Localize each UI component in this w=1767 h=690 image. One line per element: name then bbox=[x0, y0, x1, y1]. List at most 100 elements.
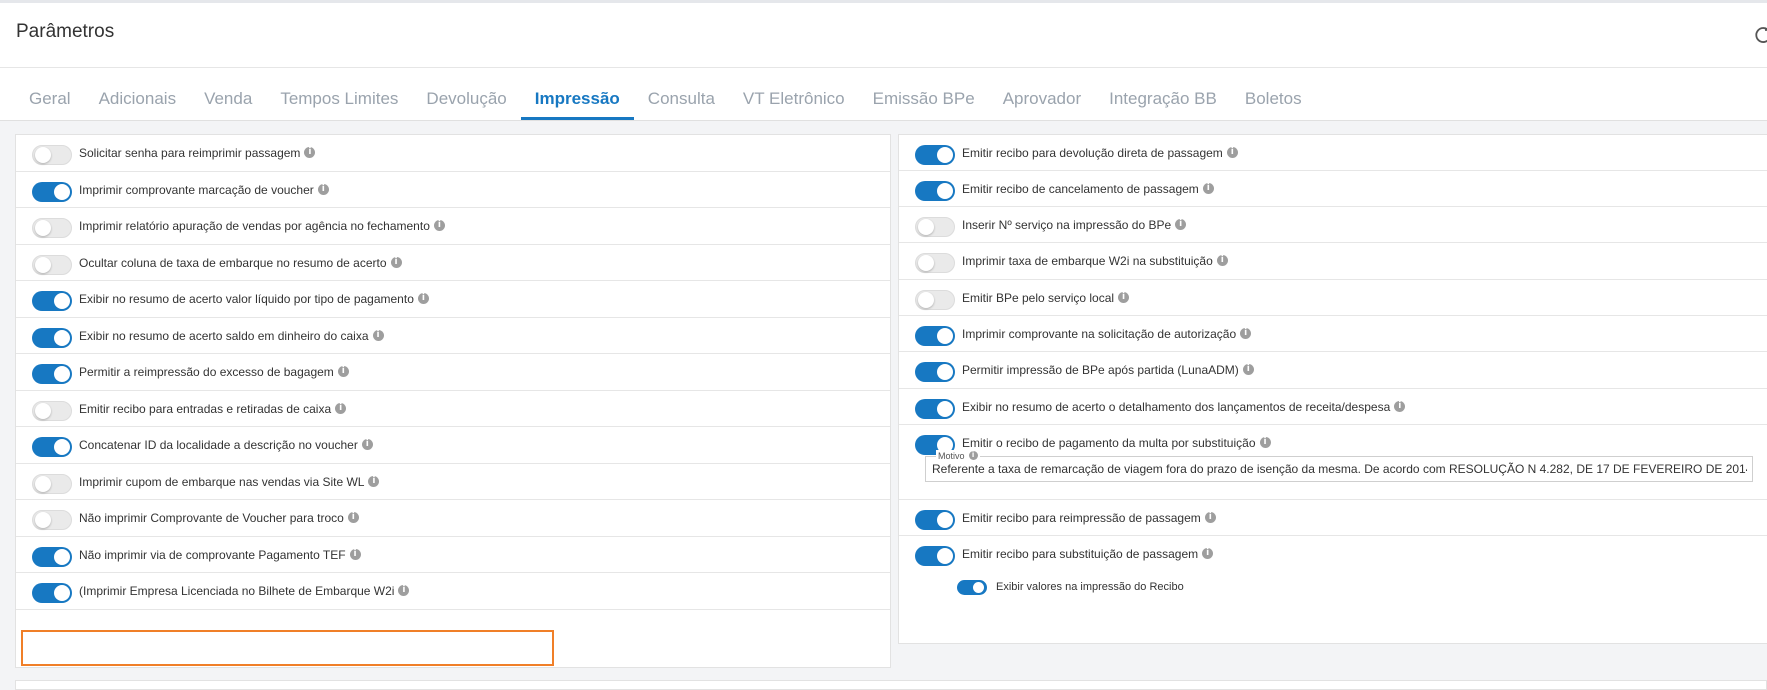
info-icon[interactable]: i bbox=[1216, 255, 1228, 267]
toggle-knob bbox=[35, 402, 51, 419]
info-icon[interactable]: i bbox=[368, 475, 380, 487]
left-setting-row: Permitir a reimpressão do excesso de bag… bbox=[16, 354, 890, 391]
info-icon[interactable]: i bbox=[1204, 512, 1216, 524]
info-icon[interactable]: i bbox=[349, 548, 361, 560]
setting-toggle[interactable] bbox=[32, 145, 72, 165]
tab-impress-o[interactable]: Impressão bbox=[520, 68, 634, 120]
setting-label-wrap: Não imprimir Comprovante de Voucher para… bbox=[79, 511, 359, 525]
info-icon[interactable]: i bbox=[1242, 364, 1254, 376]
setting-label: (Imprimir Empresa Licenciada no Bilhete … bbox=[79, 584, 395, 598]
tab-bar: Geral Adicionais Venda Tempos Limites Devolu… bbox=[0, 67, 1767, 121]
setting-label: Imprimir relatório apuração de vendas po… bbox=[79, 219, 430, 233]
setting-toggle[interactable] bbox=[915, 217, 955, 237]
setting-label: Não imprimir Comprovante de Voucher para… bbox=[79, 511, 344, 525]
setting-toggle[interactable] bbox=[915, 510, 955, 530]
info-icon[interactable]: i bbox=[347, 512, 359, 524]
motivo-label-wrap: Motivo i bbox=[936, 450, 980, 462]
right-setting-row: Emitir recibo para substituição de passa… bbox=[899, 536, 1767, 595]
right-setting-row: Emitir recibo para devolução direta de p… bbox=[899, 135, 1767, 171]
setting-label: Solicitar senha para reimprimir passagem bbox=[79, 146, 301, 160]
setting-toggle[interactable] bbox=[32, 510, 72, 530]
setting-label: Emitir recibo de cancelamento de passage… bbox=[962, 182, 1199, 196]
info-icon[interactable]: i bbox=[390, 256, 402, 268]
setting-toggle[interactable] bbox=[915, 181, 955, 201]
setting-toggle[interactable] bbox=[32, 546, 72, 567]
setting-toggle[interactable] bbox=[32, 327, 72, 348]
info-icon[interactable]: i bbox=[317, 183, 329, 195]
info-icon[interactable]: i bbox=[1394, 401, 1406, 413]
setting-toggle[interactable] bbox=[915, 145, 955, 165]
setting-toggle[interactable] bbox=[915, 326, 955, 346]
info-icon[interactable]: i bbox=[1226, 147, 1238, 159]
toggle-knob bbox=[937, 548, 953, 564]
info-icon[interactable]: i bbox=[304, 147, 316, 159]
right-setting-row: Exibir no resumo de acerto o detalhament… bbox=[899, 389, 1767, 425]
tab-adicionais[interactable]: Adicionais bbox=[85, 68, 191, 120]
info-icon[interactable]: i bbox=[361, 439, 373, 451]
bottom-panel-edge bbox=[15, 680, 1767, 690]
left-setting-row: Concatenar ID da localidade a descrição … bbox=[16, 427, 890, 464]
sub-option-toggle[interactable] bbox=[957, 580, 987, 595]
setting-label: Emitir recibo para entradas e retiradas … bbox=[79, 401, 332, 416]
setting-toggle[interactable] bbox=[32, 254, 72, 275]
setting-toggle[interactable] bbox=[32, 218, 72, 238]
toggle-knob bbox=[54, 183, 70, 200]
setting-toggle[interactable] bbox=[32, 364, 72, 384]
tab-tempos-limites[interactable]: Tempos Limites bbox=[266, 68, 412, 120]
tab-aprovador[interactable]: Aprovador bbox=[989, 68, 1095, 120]
toggle-knob bbox=[54, 548, 70, 565]
setting-label-wrap: Emitir recibo para reimpressão de passag… bbox=[962, 511, 1216, 525]
tab-consulta[interactable]: Consulta bbox=[634, 68, 729, 120]
info-icon[interactable]: i bbox=[1175, 219, 1187, 231]
info-icon[interactable]: i bbox=[335, 402, 347, 414]
setting-toggle[interactable] bbox=[32, 473, 72, 494]
left-settings-panel: Solicitar senha para reimprimir passagem… bbox=[15, 134, 891, 668]
setting-toggle[interactable] bbox=[32, 437, 72, 457]
setting-label: Concatenar ID da localidade a descrição … bbox=[79, 438, 358, 452]
left-setting-row: Solicitar senha para reimprimir passagem… bbox=[16, 135, 890, 172]
toggle-knob bbox=[918, 255, 934, 271]
setting-toggle[interactable] bbox=[915, 253, 955, 273]
info-icon[interactable]: i bbox=[337, 366, 349, 378]
sub-option-label: Exibir valores na impressão do Recibo bbox=[996, 581, 1184, 593]
info-icon[interactable]: i bbox=[1259, 437, 1271, 449]
setting-toggle[interactable] bbox=[32, 291, 72, 311]
tab-vt-eletr-nico[interactable]: VT Eletrônico bbox=[729, 68, 859, 120]
setting-label: Emitir recibo para devolução direta de p… bbox=[962, 146, 1223, 160]
tab-boletos[interactable]: Boletos bbox=[1231, 68, 1316, 120]
setting-toggle[interactable] bbox=[915, 546, 955, 566]
motivo-field[interactable]: Motivo i Referente a taxa de remarcação de… bbox=[925, 450, 1753, 482]
info-icon[interactable]: i bbox=[968, 451, 978, 461]
info-icon[interactable]: i bbox=[417, 293, 429, 305]
refresh-icon[interactable] bbox=[1754, 25, 1767, 45]
tab-devolu-o[interactable]: Devolução bbox=[412, 68, 520, 120]
toggle-knob bbox=[35, 256, 51, 273]
info-icon[interactable]: i bbox=[1202, 548, 1214, 560]
tab-venda[interactable]: Venda bbox=[190, 68, 266, 120]
setting-label: Imprimir cupom de embarque nas vendas vi… bbox=[79, 474, 365, 489]
setting-toggle[interactable] bbox=[915, 362, 955, 382]
toggle-knob bbox=[918, 219, 934, 235]
setting-toggle[interactable] bbox=[32, 583, 72, 603]
toggle-knob bbox=[54, 366, 70, 382]
page-header: Parâmetros bbox=[0, 3, 1767, 67]
page-title: Parâmetros bbox=[16, 21, 115, 42]
tab-integra-o-bb[interactable]: Integração BB bbox=[1095, 68, 1231, 120]
setting-toggle[interactable] bbox=[915, 399, 955, 419]
info-icon[interactable]: i bbox=[1240, 328, 1252, 340]
info-icon[interactable]: i bbox=[1202, 183, 1214, 195]
setting-label-wrap: Imprimir comprovante na solicitação de a… bbox=[962, 327, 1252, 341]
setting-toggle[interactable] bbox=[915, 290, 955, 310]
tab-emiss-o-bpe[interactable]: Emissão BPe bbox=[859, 68, 989, 120]
info-icon[interactable]: i bbox=[433, 220, 445, 232]
info-icon[interactable]: i bbox=[398, 585, 410, 597]
setting-label-wrap: Emitir recibo para devolução direta de p… bbox=[962, 146, 1238, 160]
setting-label-wrap: Solicitar senha para reimprimir passagem… bbox=[79, 146, 316, 160]
setting-label-wrap: Emitir recibo para entradas e retiradas … bbox=[79, 401, 347, 416]
setting-toggle[interactable] bbox=[32, 181, 72, 202]
right-setting-row: Imprimir comprovante na solicitação de a… bbox=[899, 316, 1767, 352]
setting-toggle[interactable] bbox=[32, 400, 72, 421]
info-icon[interactable]: i bbox=[1118, 292, 1130, 304]
info-icon[interactable]: i bbox=[372, 329, 384, 341]
tab-geral[interactable]: Geral bbox=[15, 68, 85, 120]
